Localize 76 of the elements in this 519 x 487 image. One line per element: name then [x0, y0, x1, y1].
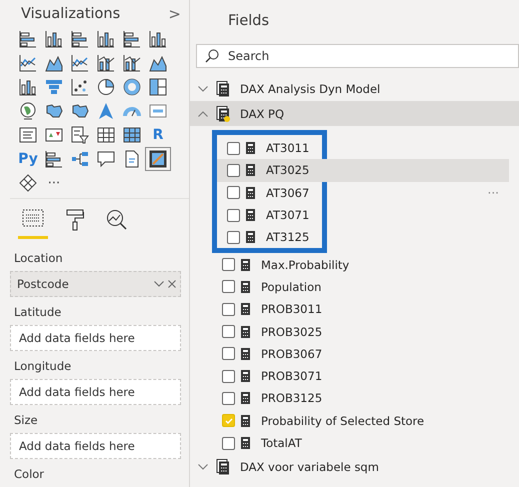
paint-roller-icon [66, 209, 84, 231]
calculator-icon [246, 231, 255, 244]
well-label: Size [14, 413, 39, 427]
chevron-down-icon [198, 86, 208, 92]
field-row[interactable]: AT3011 [217, 137, 509, 160]
calculator-icon [241, 303, 250, 316]
visual-type-button[interactable] [146, 148, 170, 170]
well-label: Location [14, 251, 64, 265]
calculator-icon [241, 414, 250, 427]
well-label: Longitude [14, 359, 72, 373]
field-row[interactable]: PROB3011 [190, 298, 519, 320]
calculator-icon [241, 370, 250, 382]
checkbox[interactable] [222, 392, 235, 405]
field-row[interactable]: AT3025 [217, 159, 509, 182]
calculator-icon [246, 142, 255, 154]
checkbox[interactable] [227, 186, 240, 200]
calculator-icon [216, 106, 230, 122]
checkmark-icon [224, 416, 234, 426]
checkbox[interactable] [222, 302, 235, 316]
search-icon [205, 49, 219, 63]
close-icon[interactable] [168, 280, 176, 288]
calculator-icon [246, 186, 255, 199]
chevron-up-icon [198, 110, 208, 116]
well-label: Latitude [14, 305, 62, 319]
calculator-icon [241, 326, 250, 338]
dashed-grid-icon [22, 209, 44, 227]
visual-type-button[interactable]: Py [16, 148, 40, 170]
table-row[interactable]: DAX voor variabele sqm [190, 454, 519, 480]
calculator-icon [246, 209, 255, 222]
pane-title: Fields [228, 13, 270, 29]
calculator-icon [216, 80, 230, 96]
calculator-icon [246, 164, 255, 176]
field-row[interactable]: PROB3067 [190, 342, 519, 365]
checkbox[interactable] [222, 370, 235, 383]
collapse-button[interactable]: > [168, 5, 181, 23]
checkbox[interactable] [227, 208, 240, 222]
checkbox[interactable] [222, 436, 235, 450]
table-row[interactable]: DAX PQ [190, 101, 519, 126]
magnifier-chart-icon [106, 209, 128, 231]
field-row[interactable]: TotalAT [190, 432, 519, 454]
calculator-icon [241, 348, 250, 360]
fields-tab[interactable] [18, 207, 48, 239]
field-row[interactable]: PROB3125 [190, 387, 519, 410]
checkbox[interactable] [222, 258, 235, 272]
field-row[interactable]: AT3067 ··· [217, 182, 509, 204]
checkbox[interactable] [227, 230, 240, 244]
pane-title: Visualizations [21, 6, 120, 22]
calculator-icon [241, 392, 250, 404]
checkbox[interactable] [222, 347, 235, 360]
calculator-icon [216, 458, 230, 475]
field-row[interactable]: PROB3071 [190, 364, 519, 388]
drop-field[interactable]: Add data fields here [10, 433, 181, 459]
checkbox[interactable] [222, 325, 235, 338]
field-pill[interactable]: Postcode [10, 271, 181, 297]
field-row[interactable]: Max.Probability [190, 253, 519, 276]
field-row[interactable]: Population [190, 276, 519, 298]
drop-field[interactable]: Add data fields here [10, 379, 181, 405]
more-visuals-button[interactable]: ··· [42, 172, 66, 194]
table-row[interactable]: DAX Analysis Dyn Model [190, 76, 519, 101]
field-row[interactable]: Probability of Selected Store [190, 410, 519, 432]
chevron-down-icon [198, 464, 208, 470]
checkbox[interactable] [222, 414, 235, 428]
checkbox[interactable] [227, 164, 240, 177]
visual-type-button[interactable]: R [146, 124, 170, 146]
drop-field[interactable]: Add data fields here [10, 325, 181, 351]
chevron-down-icon[interactable] [154, 281, 164, 287]
checkbox[interactable] [227, 142, 240, 155]
checkbox[interactable] [222, 280, 235, 294]
field-row[interactable]: PROB3025 [190, 320, 519, 343]
field-row[interactable]: AT3125 [217, 226, 509, 248]
calculator-icon [241, 280, 250, 293]
well-label: Color [14, 467, 46, 481]
search-field[interactable]: Search [196, 44, 519, 68]
calculator-icon [241, 258, 250, 271]
field-row[interactable]: AT3071 [217, 204, 509, 226]
calculator-icon [241, 437, 250, 449]
